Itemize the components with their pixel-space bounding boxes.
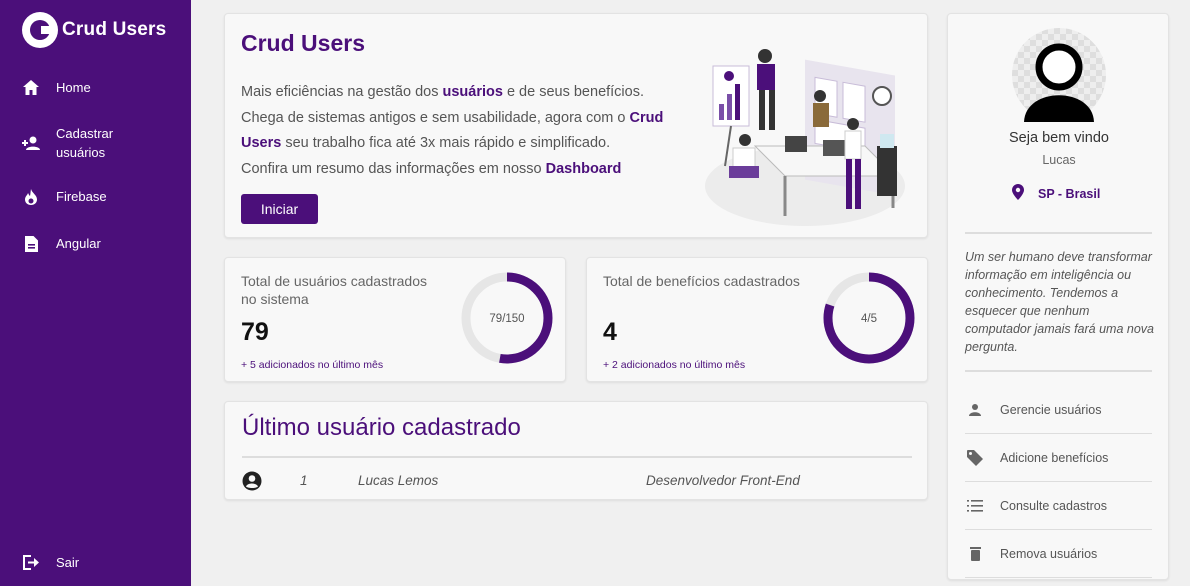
brand-logo-icon — [22, 12, 58, 48]
start-button[interactable]: Iniciar — [241, 194, 318, 224]
user-name: Lucas — [1042, 153, 1076, 167]
action-label: Remova usuários — [1000, 546, 1098, 561]
quote-text: Um ser humano deve transformar informaçã… — [965, 250, 1154, 354]
action-label: Adicione benefícios — [1000, 450, 1109, 465]
users-progress-text: 79/150 — [489, 313, 524, 325]
hero-text-part: Chega de sistemas antigos e sem usabilid… — [241, 109, 630, 126]
home-icon — [22, 79, 40, 97]
sidebar-item-cadastrar[interactable]: Cadastrar usuários — [22, 124, 113, 162]
hero-description: Mais eficiências na gestão dos usuários … — [241, 80, 681, 182]
sidebar-item-label-line2: usuários — [56, 145, 106, 160]
users-stat-card: Total de usuários cadastrados no sistema… — [224, 257, 566, 382]
divider — [965, 370, 1152, 372]
last-user-card: Último usuário cadastrado 1 Lucas Lemos … — [224, 401, 928, 500]
remove-users-link[interactable]: Remova usuários — [965, 530, 1152, 578]
sidebar: Crud Users Home Cadastrar usuários Fireb… — [0, 0, 191, 586]
benefits-stat-value: 4 — [603, 318, 617, 346]
hero-text-part: e de seus benefícios. — [502, 84, 645, 100]
sidebar-item-label: Cadastrar usuários — [56, 124, 113, 162]
person-icon — [965, 403, 985, 416]
avatar — [1012, 28, 1106, 123]
benefits-stat-footnote: + 2 adicionados no último mês — [603, 359, 746, 371]
flame-icon — [22, 188, 40, 206]
add-user-icon — [22, 134, 40, 152]
sidebar-item-angular[interactable]: Angular — [22, 234, 101, 253]
location-pin-icon — [1012, 184, 1024, 203]
sidebar-item-label: Firebase — [56, 189, 107, 204]
profile-panel: Seja bem vindo Lucas SP - Brasil Um ser … — [947, 13, 1169, 580]
users-stat-footnote: + 5 adicionados no último mês — [241, 359, 384, 371]
hero-text-highlight: usuários — [442, 84, 503, 100]
action-label: Gerencie usuários — [1000, 402, 1102, 417]
view-records-link[interactable]: Consulte cadastros — [965, 482, 1152, 530]
add-benefits-link[interactable]: Adicione benefícios — [965, 434, 1152, 482]
list-icon — [965, 499, 985, 512]
location: SP - Brasil — [1012, 184, 1100, 203]
users-progress-ring: 79/150 — [461, 272, 553, 364]
benefits-progress-text: 4/5 — [861, 313, 877, 325]
hero-text-part: Mais eficiências na gestão dos — [241, 84, 443, 100]
logout-icon — [22, 554, 40, 572]
last-user-title: Último usuário cadastrado — [242, 414, 521, 441]
sidebar-item-label: Angular — [56, 236, 101, 251]
benefits-stat-label: Total de benefícios cadastrados — [603, 273, 800, 289]
brand[interactable]: Crud Users — [22, 12, 166, 48]
location-label: SP - Brasil — [1038, 186, 1101, 201]
team-illustration — [705, 49, 905, 226]
hero-text-part: Confira um resumo das informações em nos… — [241, 160, 546, 177]
hero-text-part: seu trabalho fica até 3x mais rápido e s… — [281, 135, 611, 151]
brand-name: Crud Users — [62, 19, 167, 40]
manage-users-link[interactable]: Gerencie usuários — [965, 386, 1152, 434]
tag-icon — [965, 449, 985, 466]
user-id: 1 — [300, 473, 308, 488]
document-icon — [22, 235, 40, 253]
user-silhouette-icon — [1024, 43, 1094, 123]
dashboard-link[interactable]: Dashboard — [546, 161, 622, 177]
account-circle-icon — [242, 471, 262, 494]
divider — [965, 232, 1152, 234]
sidebar-item-label-line1: Cadastrar — [56, 126, 114, 141]
users-stat-value: 79 — [241, 318, 269, 346]
sidebar-item-label: Home — [56, 80, 91, 95]
user-role: Desenvolvedor Front-End — [646, 473, 800, 488]
users-stat-label: Total de usuários cadastrados no sistema — [241, 273, 427, 307]
divider — [242, 456, 912, 458]
logout-label: Sair — [56, 555, 80, 570]
hero-title: Crud Users — [241, 30, 365, 56]
table-row[interactable]: 1 Lucas Lemos Desenvolvedor Front-End — [242, 470, 912, 492]
benefits-progress-ring: 4/5 — [823, 272, 915, 364]
welcome-text: Seja bem vindo — [1009, 130, 1109, 146]
sidebar-item-home[interactable]: Home — [22, 78, 91, 97]
trash-icon — [965, 546, 985, 561]
action-label: Consulte cadastros — [1000, 498, 1108, 513]
welcome-card: Crud Users Mais eficiências na gestão do… — [224, 13, 928, 238]
user-name: Lucas Lemos — [358, 473, 439, 488]
benefits-stat-card: Total de benefícios cadastrados 4 + 2 ad… — [586, 257, 928, 382]
logout-button[interactable]: Sair — [22, 553, 79, 572]
sidebar-item-firebase[interactable]: Firebase — [22, 187, 107, 206]
